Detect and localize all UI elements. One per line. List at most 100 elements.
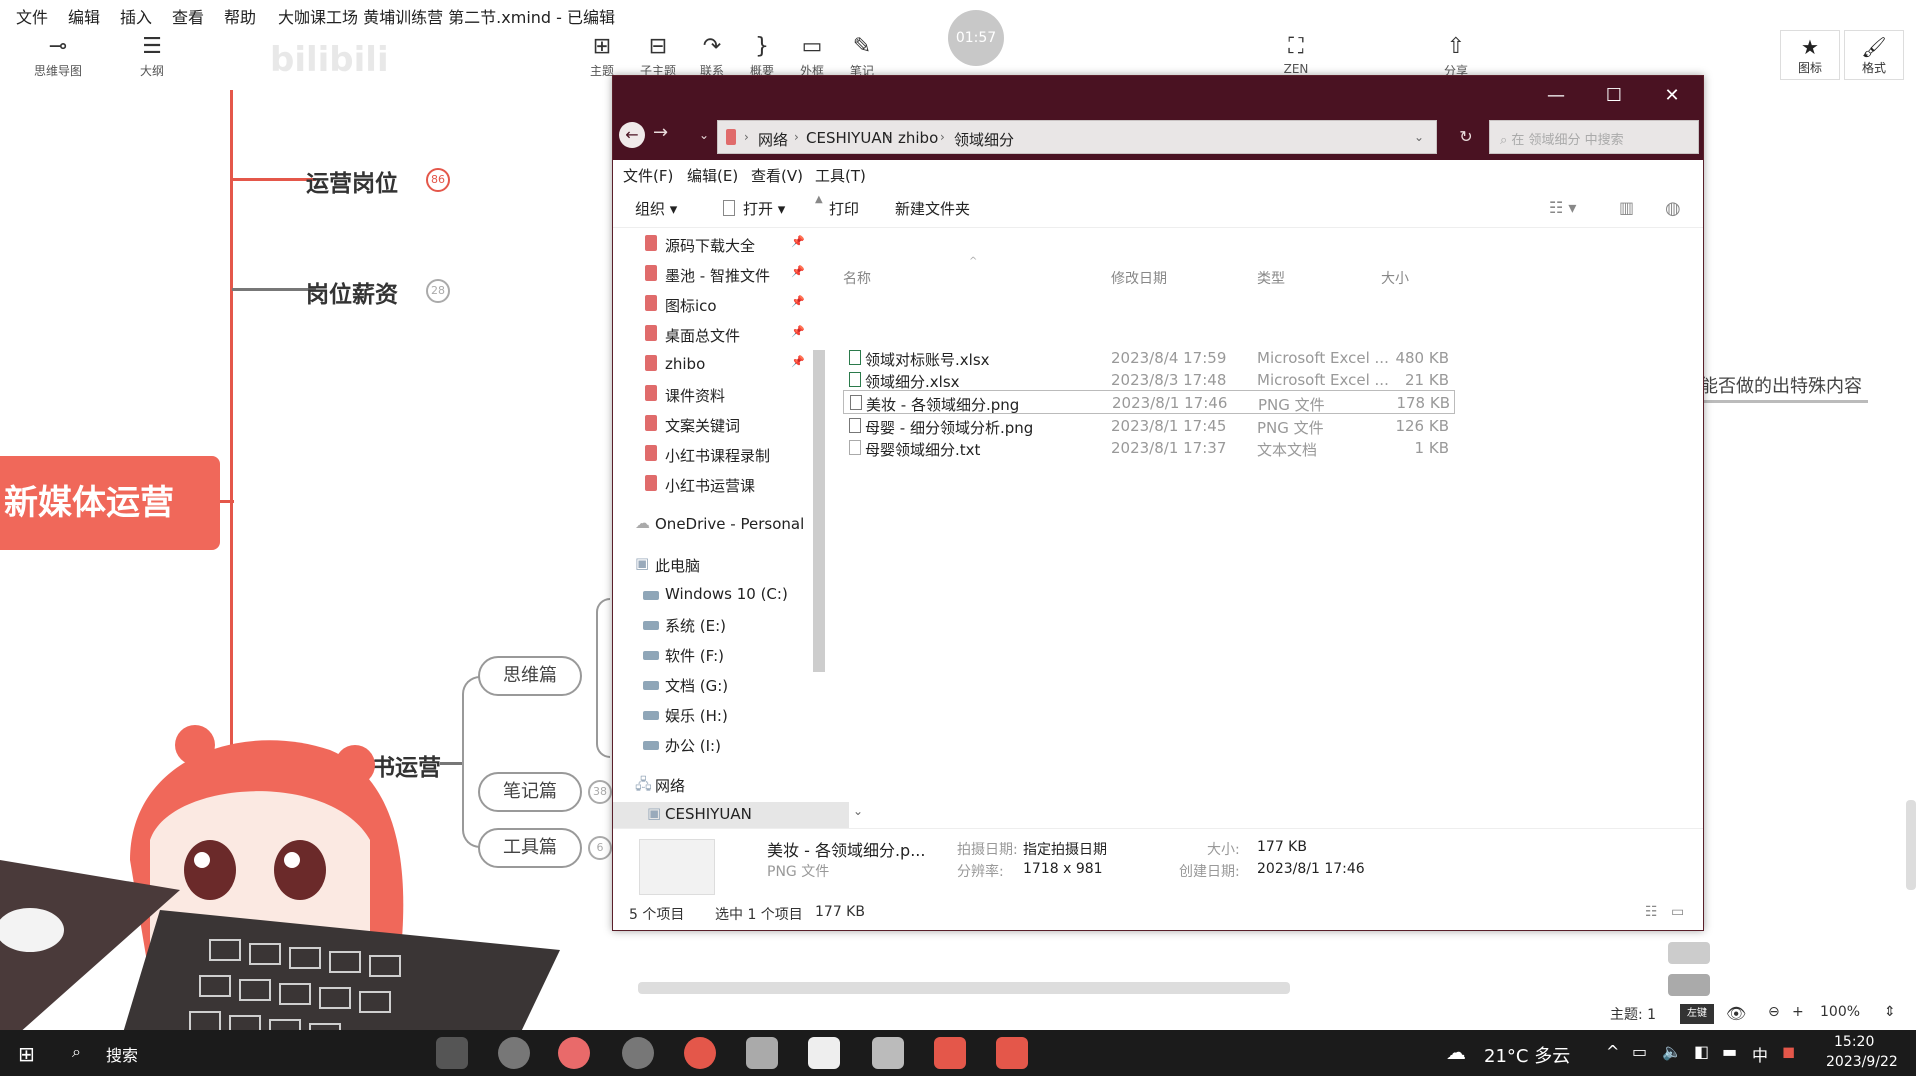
- add-subtopic-button[interactable]: ⊟ 子主题: [630, 34, 686, 79]
- menu-file[interactable]: 文件(F): [623, 165, 673, 186]
- nav-item-onedrive[interactable]: ☁ OneDrive - Personal: [613, 512, 813, 538]
- new-folder-button[interactable]: 新建文件夹: [895, 198, 970, 219]
- file-row[interactable]: 母婴领域细分.txt 2023/8/1 17:37 文本文档 1 KB: [843, 436, 1455, 460]
- zoom-in-button[interactable]: +: [1792, 1004, 1804, 1020]
- nav-item-drive[interactable]: 办公 (I:): [613, 732, 813, 758]
- column-header-type[interactable]: 类型: [1257, 268, 1285, 288]
- forward-button[interactable]: →: [653, 122, 668, 143]
- nav-item[interactable]: 源码下载大全 📌: [613, 232, 813, 258]
- address-dropdown-icon[interactable]: ⌄: [1414, 130, 1424, 144]
- tray-app-icon[interactable]: ◧: [1694, 1042, 1709, 1061]
- nav-item-selected[interactable]: ▣ CESHIYUAN ⌄: [613, 802, 863, 828]
- boundary-button[interactable]: ▭ 外框: [784, 34, 840, 79]
- search-input[interactable]: ⌕ 在 领域细分 中搜索: [1489, 120, 1699, 154]
- nav-item[interactable]: 小红书课程录制: [613, 442, 813, 468]
- weather-text[interactable]: 21°C 多云: [1484, 1042, 1570, 1068]
- address-bar[interactable]: › 网络 › CESHIYUAN › zhibo › 领域细分 ⌄: [717, 120, 1437, 154]
- nav-item[interactable]: 图标ico 📌: [613, 292, 813, 318]
- open-button[interactable]: 打开 ▾: [743, 198, 785, 219]
- column-header-date[interactable]: 修改日期: [1111, 268, 1167, 288]
- tray-chevron-up-icon[interactable]: ^: [1606, 1042, 1619, 1061]
- taskbar-app-icon[interactable]: [436, 1037, 468, 1069]
- back-button[interactable]: ←: [619, 122, 645, 148]
- taskbar-app-icon[interactable]: [808, 1037, 840, 1069]
- nav-item[interactable]: 桌面总文件 📌: [613, 322, 813, 348]
- taskbar-search-icon[interactable]: ⌕: [72, 1042, 81, 1062]
- nav-scroll-up-icon[interactable]: ▲: [815, 194, 823, 205]
- summary-button[interactable]: } 概要: [734, 34, 790, 79]
- nav-item-this-pc[interactable]: ▣ 此电脑: [613, 552, 813, 578]
- column-header-size[interactable]: 大小: [1381, 268, 1409, 288]
- organize-button[interactable]: 组织 ▾: [635, 198, 677, 219]
- taskbar-app-icon[interactable]: [498, 1037, 530, 1069]
- icon-panel-button[interactable]: ★ 图标: [1780, 30, 1840, 80]
- menu-tools[interactable]: 工具(T): [815, 165, 866, 186]
- mindmap-view-button[interactable]: ⊸ 思维导图: [30, 34, 86, 79]
- nav-item-network[interactable]: 🖧 网络: [613, 772, 813, 798]
- minimize-button[interactable]: —: [1527, 76, 1585, 116]
- subtopic-count-badge[interactable]: 6: [588, 836, 612, 860]
- menu-edit[interactable]: 编辑: [68, 4, 100, 28]
- view-options-button[interactable]: ☷ ▾: [1549, 198, 1576, 217]
- menu-insert[interactable]: 插入: [120, 4, 152, 28]
- breadcrumb-zhibo[interactable]: zhibo: [898, 129, 938, 147]
- print-button[interactable]: 打印: [829, 198, 859, 219]
- xmind-app-icon[interactable]: [934, 1037, 966, 1069]
- input-method-indicator[interactable]: 中: [1752, 1042, 1768, 1066]
- nav-item[interactable]: 课件资料: [613, 382, 813, 408]
- nav-item-drive[interactable]: 娱乐 (H:): [613, 702, 813, 728]
- share-button[interactable]: ⇧ 分享: [1428, 34, 1484, 79]
- zoom-level[interactable]: 100%: [1820, 1004, 1860, 1020]
- refresh-button[interactable]: ↻: [1449, 120, 1483, 154]
- nav-scrollbar-thumb[interactable]: [813, 350, 825, 672]
- breadcrumb-current-folder[interactable]: 领域细分: [954, 129, 1014, 150]
- details-view-toggle[interactable]: ☷: [1645, 904, 1658, 920]
- taskbar-search-label[interactable]: 搜索: [106, 1042, 138, 1066]
- volume-icon[interactable]: 🔈: [1662, 1042, 1682, 1061]
- battery-icon[interactable]: ▬: [1722, 1042, 1737, 1061]
- recent-locations-button[interactable]: ⌄: [699, 128, 709, 142]
- relationship-button[interactable]: ↷ 联系: [684, 34, 740, 79]
- file-row-selected[interactable]: 美妆 - 各领域细分.png 2023/8/1 17:46 PNG 文件 178…: [843, 390, 1455, 414]
- menu-help[interactable]: 帮助: [224, 4, 256, 28]
- format-panel-button[interactable]: 🖌 格式: [1844, 30, 1904, 80]
- nav-item[interactable]: zhibo 📌: [613, 352, 813, 378]
- topic-count-badge[interactable]: 86: [426, 168, 450, 192]
- breadcrumb-ceshiyuan[interactable]: CESHIYUAN: [806, 129, 893, 147]
- column-header-name[interactable]: 名称: [843, 268, 871, 288]
- thumbnail-view-toggle[interactable]: ▭: [1671, 904, 1684, 920]
- details-taken-value[interactable]: 指定拍摄日期: [1023, 839, 1107, 859]
- zen-button[interactable]: ⛶ ZEN: [1268, 34, 1324, 76]
- add-topic-button[interactable]: ⊞ 主题: [574, 34, 630, 79]
- taskbar-app-icon[interactable]: [746, 1037, 778, 1069]
- nav-item-drive[interactable]: 文档 (G:): [613, 672, 813, 698]
- file-row[interactable]: 母婴 - 细分领域分析.png 2023/8/1 17:45 PNG 文件 12…: [843, 414, 1455, 438]
- help-button[interactable]: ◍: [1665, 198, 1681, 219]
- note-button[interactable]: ✎ 笔记: [834, 34, 890, 79]
- close-button[interactable]: ✕: [1643, 76, 1701, 116]
- menu-file[interactable]: 文件: [16, 4, 48, 28]
- clock-time[interactable]: 15:20: [1834, 1034, 1874, 1050]
- menu-view[interactable]: 查看(V): [751, 165, 803, 186]
- taskbar-app-icon[interactable]: [872, 1037, 904, 1069]
- chevron-down-icon[interactable]: ⌄: [853, 804, 863, 818]
- topic-operation-positions[interactable]: 运营岗位: [306, 164, 398, 198]
- clock-date[interactable]: 2023/9/22: [1826, 1054, 1898, 1070]
- preview-pane-button[interactable]: ▥: [1619, 198, 1634, 217]
- maximize-button[interactable]: ☐: [1585, 76, 1643, 116]
- zoom-out-button[interactable]: ⊖: [1768, 1004, 1780, 1020]
- topic-position-salary[interactable]: 岗位薪资: [306, 275, 398, 309]
- browser-app-icon[interactable]: [684, 1037, 716, 1069]
- subtopic-count-badge[interactable]: 38: [588, 780, 612, 804]
- file-row[interactable]: 领域对标账号.xlsx 2023/8/4 17:59 Microsoft Exc…: [843, 346, 1455, 370]
- outline-view-button[interactable]: ☰ 大纲: [124, 34, 180, 79]
- topic-count-badge[interactable]: 28: [426, 279, 450, 303]
- root-topic[interactable]: 新媒体运营: [0, 456, 220, 550]
- nav-item-drive[interactable]: Windows 10 (C:): [613, 582, 813, 608]
- file-row[interactable]: 领域细分.xlsx 2023/8/3 17:48 Microsoft Excel…: [843, 368, 1455, 392]
- breadcrumb-network[interactable]: 网络: [758, 129, 788, 150]
- nav-item-drive[interactable]: 软件 (F:): [613, 642, 813, 668]
- menu-edit[interactable]: 编辑(E): [687, 165, 738, 186]
- zoom-stepper-icon[interactable]: ⇕: [1884, 1004, 1896, 1020]
- offscreen-topic-text[interactable]: 能否做的出特殊内容: [1700, 372, 1862, 398]
